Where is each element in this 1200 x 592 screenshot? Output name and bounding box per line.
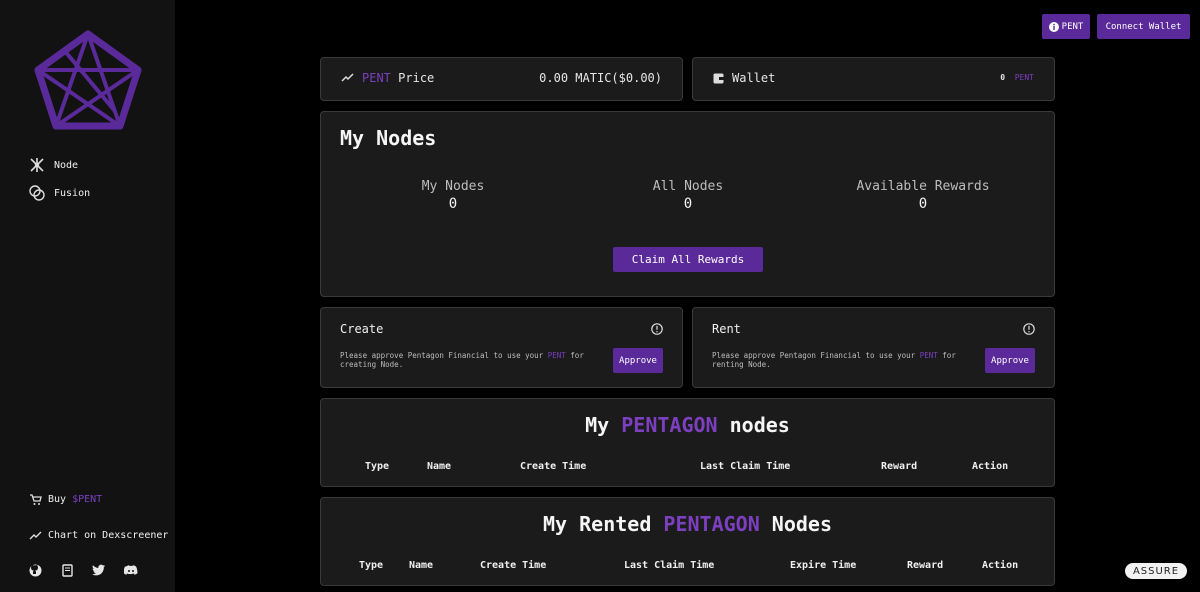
stat-all-nodes: All Nodes 0 [588,179,788,212]
create-description: Please approve Pentagon Financial to use… [340,351,590,369]
wallet-label: Wallet [732,71,776,85]
approve-create-button[interactable]: Approve [613,348,663,373]
rent-title: Rent [712,322,741,336]
desc-token: PENT [547,351,566,360]
price-label-group: PENT Price [341,71,434,85]
title-text: nodes [729,413,790,437]
social-links [28,563,138,577]
fusion-icon [28,184,46,202]
column-header: Reward [881,461,918,472]
wallet-label-group: Wallet [713,71,775,85]
buy-pent-link[interactable]: Buy $PENT [28,492,102,506]
buy-label: Buy [48,493,67,505]
title-text: Nodes [771,512,832,536]
stat-available-rewards: Available Rewards 0 [823,179,1023,212]
sidebar: Node Fusion Buy $PENT Chart on Dexscreen… [0,0,175,592]
stat-value: 0 [918,196,928,212]
rent-card: Rent Please approve Pentagon Financial t… [692,307,1055,388]
stat-value: 0 [683,196,693,212]
column-header: Expire Time [790,560,857,571]
column-header: Type [365,461,390,472]
column-header: Name [427,461,452,472]
info-icon[interactable] [651,323,663,335]
price-label: Price [398,71,435,85]
buy-token: $PENT [72,493,103,505]
stat-label: All Nodes [652,179,724,194]
rented-nodes-table: My Rented PENTAGON Nodes Type Name Creat… [320,497,1055,586]
desc-token: PENT [919,351,938,360]
rented-nodes-title: My Rented PENTAGON Nodes [321,512,1054,536]
column-header: Action [972,461,1009,472]
title-accent: PENTAGON [621,413,718,437]
desc-text: Please approve Pentagon Financial to use… [712,351,920,360]
wallet-icon [713,73,724,84]
wallet-amount: 0 [1000,73,1006,82]
column-header: Action [982,560,1019,571]
rent-description: Please approve Pentagon Financial to use… [712,351,962,369]
create-card: Create Please approve Pentagon Financial… [320,307,683,388]
wallet-token: PENT [1014,73,1034,82]
docs-icon[interactable] [60,563,74,577]
sidebar-item-fusion[interactable]: Fusion [28,184,90,202]
create-title: Create [340,322,384,336]
info-icon [1048,21,1059,32]
sidebar-item-label: Fusion [54,187,91,199]
pentagon-nodes-table: My PENTAGON nodes Type Name Create Time … [320,398,1055,487]
assure-badge[interactable]: ASSURE [1125,563,1187,579]
connect-wallet-label: Connect Wallet [1105,21,1182,32]
price-token: PENT [362,71,391,85]
info-icon[interactable] [1023,323,1035,335]
approve-rent-button[interactable]: Approve [985,348,1035,373]
github-icon[interactable] [28,563,42,577]
discord-icon[interactable] [124,563,138,577]
price-value: 0.00 MATIC($0.00) [539,71,662,85]
stat-label: Available Rewards [856,179,990,194]
column-header: Name [409,560,434,571]
stat-my-nodes: My Nodes 0 [353,179,553,212]
title-text: My Rented [542,512,652,536]
pentagon-logo-icon[interactable] [34,30,142,132]
chart-trend-icon [28,528,42,542]
dexscreener-chart-link[interactable]: Chart on Dexscreener [28,528,168,542]
node-icon [28,156,46,174]
column-header: Create Time [480,560,547,571]
my-nodes-title: My Nodes [340,126,437,150]
trend-icon [341,73,354,83]
column-header: Last Claim Time [624,560,715,571]
stat-label: My Nodes [421,179,485,194]
title-text: My [585,413,610,437]
claim-all-rewards-button[interactable]: Claim All Rewards [613,247,763,272]
column-header: Reward [907,560,944,571]
pent-info-button[interactable]: PENT [1042,14,1090,39]
cart-icon [28,492,42,506]
column-header: Last Claim Time [700,461,791,472]
stat-value: 0 [448,196,458,212]
column-header: Type [359,560,384,571]
connect-wallet-button[interactable]: Connect Wallet [1097,14,1190,39]
pentagon-nodes-title: My PENTAGON nodes [321,413,1054,437]
price-card: PENT Price 0.00 MATIC($0.00) [320,57,683,101]
my-nodes-card: My Nodes My Nodes 0 All Nodes 0 Availabl… [320,111,1055,297]
chart-label: Chart on Dexscreener [48,529,169,541]
wallet-card: Wallet 0 PENT [692,57,1055,101]
sidebar-item-label: Node [54,159,79,171]
sidebar-item-node[interactable]: Node [28,156,78,174]
wallet-balance: 0 PENT [1000,73,1034,82]
desc-text: Please approve Pentagon Financial to use… [340,351,548,360]
column-header: Create Time [520,461,587,472]
pent-button-label: PENT [1061,21,1084,32]
twitter-icon[interactable] [92,563,106,577]
title-accent: PENTAGON [663,512,760,536]
